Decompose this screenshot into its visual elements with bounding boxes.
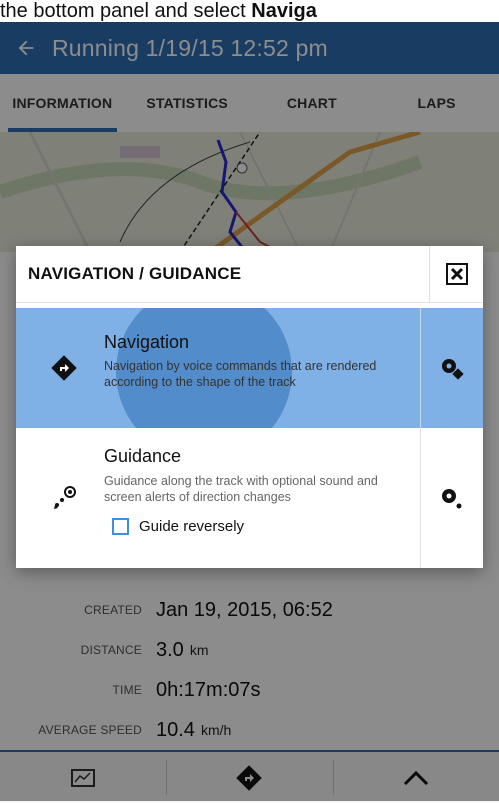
guidance-option-title: Guidance <box>104 446 182 466</box>
guidance-settings-icon <box>442 489 462 509</box>
guide-reversely-checkbox-row[interactable]: Guide reversely <box>112 518 244 535</box>
navigation-option-description: Navigation by voice commands that are re… <box>104 359 377 389</box>
caption-lead: the bottom panel and select <box>0 0 252 22</box>
guidance-option[interactable]: Guidance Guidance along the track with o… <box>16 428 483 568</box>
navigation-settings-icon <box>442 359 464 380</box>
navigation-option[interactable]: Navigation Navigation by voice commands … <box>16 308 483 428</box>
navigation-option-title: Navigation <box>104 332 190 352</box>
navigation-settings-button[interactable] <box>420 308 483 428</box>
navigation-option-icon <box>44 308 84 428</box>
dialog-title: NAVIGATION / GUIDANCE <box>28 264 242 283</box>
guidance-option-icon <box>44 428 84 568</box>
close-icon <box>445 263 468 285</box>
guidance-option-description: Guidance along the track with optional s… <box>104 474 378 504</box>
navigation-diamond-icon <box>51 355 77 381</box>
dialog-header: NAVIGATION / GUIDANCE <box>16 246 483 303</box>
guide-reversely-checkbox[interactable] <box>112 518 129 535</box>
navigation-guidance-dialog: NAVIGATION / GUIDANCE Navigation Navigat… <box>16 246 483 568</box>
caption-text: the bottom panel and select Naviga <box>0 0 499 22</box>
guide-reversely-label: Guide reversely <box>139 518 245 535</box>
guidance-path-icon <box>54 486 76 509</box>
guidance-settings-button[interactable] <box>420 428 483 568</box>
caption-bold: Naviga <box>251 0 317 22</box>
close-button[interactable] <box>429 246 483 302</box>
